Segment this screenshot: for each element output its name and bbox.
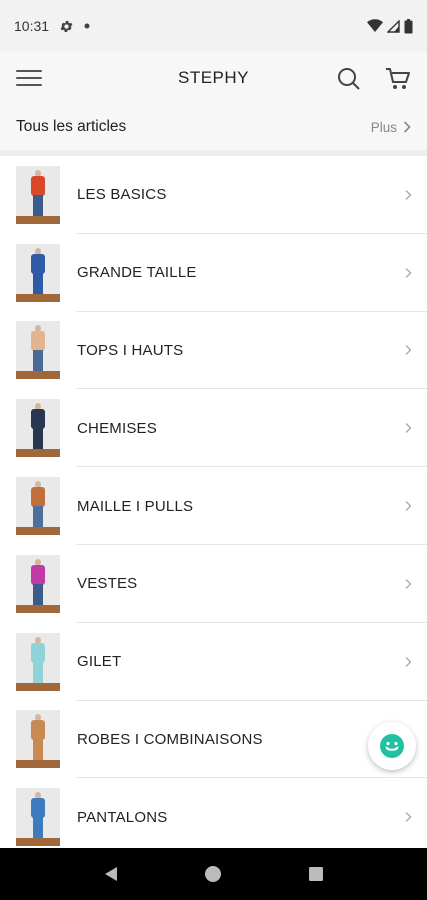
category-thumbnail [16,165,60,224]
settings-gear-icon [59,19,74,34]
battery-icon [404,18,413,34]
status-time: 10:31 [14,18,50,34]
category-item[interactable]: ROBES I COMBINAISONS [0,701,427,779]
chevron-right-icon [405,501,412,512]
section-header: Tous les articles Plus [0,104,427,156]
figure-top [31,409,45,430]
category-label: ROBES I COMBINAISONS [77,730,263,748]
figure-floor [16,604,60,613]
category-label: PANTALONS [77,808,168,826]
search-button[interactable] [336,66,362,92]
category-item[interactable]: CHEMISES [0,389,427,467]
chevron-right-icon [405,578,412,589]
figure-top [31,642,45,663]
status-bar: 10:31 [0,0,427,52]
figure-bottom [33,428,43,451]
system-nav-bar [0,848,427,900]
figure-top [31,798,45,819]
chevron-right-icon [405,423,412,434]
figure-top [31,564,45,585]
back-button[interactable] [99,862,123,886]
figure-bottom [33,739,43,762]
chevron-right-icon [405,189,412,200]
figure-bottom [33,661,43,684]
search-icon [338,68,360,90]
more-label: Plus [370,119,397,135]
section-title: Tous les articles [16,118,127,135]
category-thumbnail [16,477,60,536]
figure-bottom [33,506,43,529]
category-label: LES BASICS [77,186,167,204]
category-thumbnail [16,321,60,380]
category-thumbnail [16,554,60,613]
wifi-icon [367,19,383,33]
figure-top [31,331,45,352]
category-label: MAILLE I PULLS [77,497,194,515]
chevron-right-icon [403,121,411,133]
chat-button[interactable] [368,722,416,770]
category-item[interactable]: LES BASICS [0,156,427,234]
category-label: GRANDE TAILLE [77,264,197,282]
chevron-right-icon [405,345,412,356]
app-title: STEPHY [177,68,250,87]
figure-top [31,487,45,508]
category-thumbnail [16,710,60,769]
figure-floor [16,760,60,769]
home-button[interactable] [201,862,225,886]
category-label: CHEMISES [77,419,157,437]
figure-floor [16,838,60,847]
figure-floor [16,371,60,380]
category-item[interactable]: TOPS I HAUTS [0,312,427,390]
signal-icon [387,19,400,33]
category-thumbnail [16,243,60,302]
category-item[interactable]: GILET [0,623,427,701]
cart-icon [386,68,410,89]
figure-bottom [33,194,43,217]
category-thumbnail [16,788,60,847]
figure-bottom [33,583,43,606]
more-link[interactable]: Plus [371,120,411,135]
category-item[interactable]: PANTALONS [0,778,427,856]
figure-top [31,175,45,196]
home-circle-icon [205,866,222,882]
figure-floor [16,293,60,302]
figure-floor [16,449,60,458]
chevron-right-icon [405,812,412,823]
figure-floor [16,215,60,224]
back-triangle-icon [105,867,118,881]
chevron-right-icon [405,267,412,278]
figure-top [31,720,45,741]
figure-floor [16,682,60,691]
status-right [367,18,413,34]
chat-smiley-icon [380,734,404,758]
figure-top [31,253,45,274]
recents-button[interactable] [304,862,328,886]
chevron-right-icon [405,656,412,667]
figure-bottom [33,272,43,295]
category-item[interactable]: MAILLE I PULLS [0,467,427,545]
cart-button[interactable] [384,65,412,93]
category-item[interactable]: GRANDE TAILLE [0,234,427,312]
figure-bottom [33,350,43,373]
recents-square-icon [308,867,323,881]
category-thumbnail [16,399,60,458]
category-thumbnail [16,632,60,691]
figure-floor [16,527,60,536]
figure-bottom [33,817,43,840]
category-label: GILET [77,653,122,671]
status-left: 10:31 [14,18,90,34]
app-bar: STEPHY [0,52,427,104]
category-list: LES BASICS GRANDE TAILLE TOPS I HAUTS CHEMI… [0,156,427,856]
category-item[interactable]: VESTES [0,545,427,623]
notification-dot-icon [84,23,90,29]
category-label: TOPS I HAUTS [77,341,184,359]
category-label: VESTES [77,575,138,593]
